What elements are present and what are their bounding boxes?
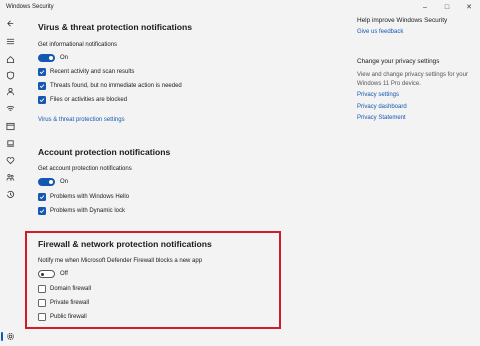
virus-notifications-toggle[interactable]	[38, 54, 55, 62]
nav-active-indicator	[1, 332, 3, 341]
heart-icon[interactable]	[5, 155, 16, 166]
window-title: Windows Security	[6, 4, 54, 10]
shield-icon[interactable]	[5, 70, 16, 81]
family-icon[interactable]	[5, 172, 16, 183]
menu-icon[interactable]	[5, 36, 16, 47]
label-recent-activity: Recent activity and scan results	[50, 69, 135, 75]
laptop-icon[interactable]	[5, 138, 16, 149]
windows-security-window: Windows Security – □ ✕ Virus & threat pr…	[0, 0, 480, 346]
close-button[interactable]: ✕	[458, 0, 480, 14]
minimize-button[interactable]: –	[414, 0, 436, 14]
checkbox-windows-hello[interactable]	[38, 193, 46, 201]
checkbox-threats-found[interactable]	[38, 82, 46, 90]
checkbox-files-blocked[interactable]	[38, 96, 46, 104]
checkbox-recent-activity[interactable]	[38, 68, 46, 76]
firewall-highlight-box	[25, 231, 281, 329]
back-icon[interactable]	[5, 18, 16, 29]
label-dynamic-lock: Problems with Dynamic lock	[50, 208, 126, 214]
virus-toggle-state: On	[60, 55, 69, 61]
feedback-link[interactable]: Give us feedback	[357, 29, 403, 35]
wifi-icon[interactable]	[5, 103, 16, 114]
window-controls: – □ ✕	[414, 0, 480, 14]
checkbox-dynamic-lock[interactable]	[38, 207, 46, 215]
privacy-description: View and change privacy settings for you…	[357, 72, 468, 87]
history-icon[interactable]	[5, 189, 16, 200]
account-protection-heading: Account protection notifications	[38, 147, 171, 157]
account-notifications-label: Get account protection notifications	[38, 166, 132, 172]
home-icon[interactable]	[5, 54, 16, 65]
privacy-heading: Change your privacy settings	[357, 58, 440, 65]
maximize-button[interactable]: □	[436, 0, 458, 14]
app-browser-icon[interactable]	[5, 121, 16, 132]
title-bar: Windows Security – □ ✕	[0, 0, 480, 14]
virus-threat-settings-link[interactable]: Virus & threat protection settings	[38, 117, 125, 123]
label-threats-found: Threats found, but no immediate action i…	[50, 83, 182, 89]
label-windows-hello: Problems with Windows Hello	[50, 194, 130, 200]
person-icon[interactable]	[5, 86, 16, 97]
virus-notifications-label: Get informational notifications	[38, 42, 118, 48]
account-notifications-toggle[interactable]	[38, 178, 55, 186]
account-toggle-state: On	[60, 179, 69, 185]
nav-rail	[0, 14, 21, 346]
gear-icon[interactable]	[5, 331, 16, 342]
privacy-statement-link[interactable]: Privacy Statement	[357, 115, 406, 121]
label-files-blocked: Files or activities are blocked	[50, 97, 128, 103]
privacy-dashboard-link[interactable]: Privacy dashboard	[357, 104, 407, 110]
improve-heading: Help improve Windows Security	[357, 17, 448, 24]
virus-threat-heading: Virus & threat protection notifications	[38, 22, 193, 32]
privacy-settings-link[interactable]: Privacy settings	[357, 92, 399, 98]
